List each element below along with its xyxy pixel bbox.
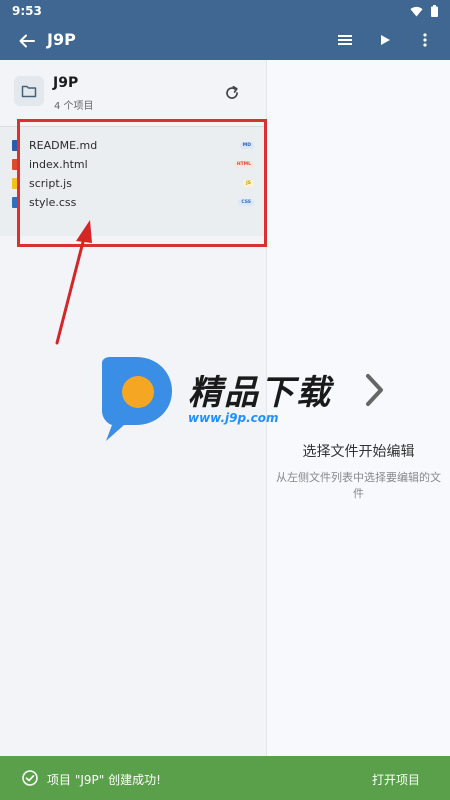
watermark-logo: 精品下载 www.j9p.com xyxy=(96,355,366,445)
snackbar-message: 项目 "J9P" 创建成功! xyxy=(47,773,161,787)
open-project-button[interactable]: 打开项目 xyxy=(372,771,420,788)
j9p-logo-icon xyxy=(102,357,172,441)
snackbar: 项目 "J9P" 创建成功! 打开项目 xyxy=(0,756,450,800)
check-circle-icon xyxy=(22,770,38,786)
watermark-url: www.j9p.com xyxy=(188,411,279,425)
watermark-text: 精品下载 xyxy=(188,373,332,413)
